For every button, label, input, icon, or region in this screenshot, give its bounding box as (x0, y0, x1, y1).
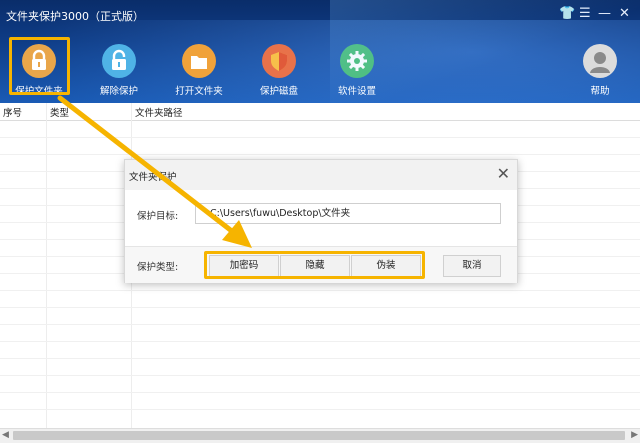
table-row (0, 392, 640, 393)
protect-disk-button[interactable]: 保护磁盘 (247, 44, 311, 97)
protect-type-label: 保护类型: (137, 262, 179, 273)
protect-disk-label: 保护磁盘 (259, 86, 298, 97)
protect-target-path-field[interactable]: C:\Users\fuwu\Desktop\文件夹 (195, 203, 501, 224)
highlight-box-toolbar (9, 37, 70, 95)
column-divider (46, 103, 47, 428)
menu-icon[interactable]: ☰ (579, 7, 591, 21)
scroll-left-icon[interactable]: ◀ (2, 430, 9, 440)
dialog-titlebar[interactable]: 文件夹保护 ✕ (125, 160, 517, 190)
help-label: 帮助 (590, 86, 610, 97)
table-row (0, 307, 640, 308)
skin-icon[interactable]: 👕 (559, 7, 575, 21)
column-index[interactable]: 序号 (3, 105, 22, 119)
cancel-button[interactable]: 取消 (443, 255, 501, 277)
table-header: 序号 类型 文件夹路径 (0, 103, 640, 121)
dialog-title: 文件夹保护 (129, 172, 177, 183)
scroll-right-icon[interactable]: ▶ (631, 430, 638, 440)
remove-protection-button[interactable]: 解除保护 (87, 44, 151, 97)
column-type[interactable]: 类型 (50, 105, 69, 119)
table-row (0, 137, 640, 138)
minimize-button[interactable]: — (598, 7, 611, 21)
scroll-thumb[interactable] (13, 431, 625, 440)
table-row (0, 358, 640, 359)
horizontal-scrollbar[interactable]: ◀ ▶ (0, 428, 640, 443)
table-row (0, 341, 640, 342)
folder-protect-dialog: 文件夹保护 ✕ 保护目标: C:\Users\fuwu\Desktop\文件夹 … (124, 159, 518, 283)
folder-icon (182, 44, 216, 78)
open-folder-button[interactable]: 打开文件夹 (167, 44, 231, 97)
user-icon (583, 44, 617, 78)
table-row (0, 375, 640, 376)
table-row (0, 409, 640, 410)
gear-icon (340, 44, 374, 78)
open-folder-label: 打开文件夹 (175, 86, 223, 97)
dialog-close-icon[interactable]: ✕ (497, 166, 510, 182)
column-path[interactable]: 文件夹路径 (135, 105, 183, 119)
remove-protection-label: 解除保护 (99, 86, 138, 97)
app-header: 文件夹保护3000（正式版） 👕 ☰ — ✕ 保护文件夹 解除保护 打开文件夹 … (0, 0, 640, 103)
table-row (0, 324, 640, 325)
app-title: 文件夹保护3000（正式版） (6, 10, 144, 23)
shield-icon (262, 44, 296, 78)
highlight-box-protect-type (204, 251, 425, 279)
close-button[interactable]: ✕ (619, 7, 630, 21)
dialog-button-bar: 保护类型: 加密码 隐藏 伪装 取消 (125, 246, 517, 283)
software-settings-label: 软件设置 (337, 86, 376, 97)
table-row (0, 154, 640, 155)
table-row (0, 290, 640, 291)
software-settings-button[interactable]: 软件设置 (325, 44, 389, 97)
protect-target-label: 保护目标: (137, 211, 179, 222)
help-button[interactable]: 帮助 (568, 44, 632, 97)
unlock-icon (102, 44, 136, 78)
